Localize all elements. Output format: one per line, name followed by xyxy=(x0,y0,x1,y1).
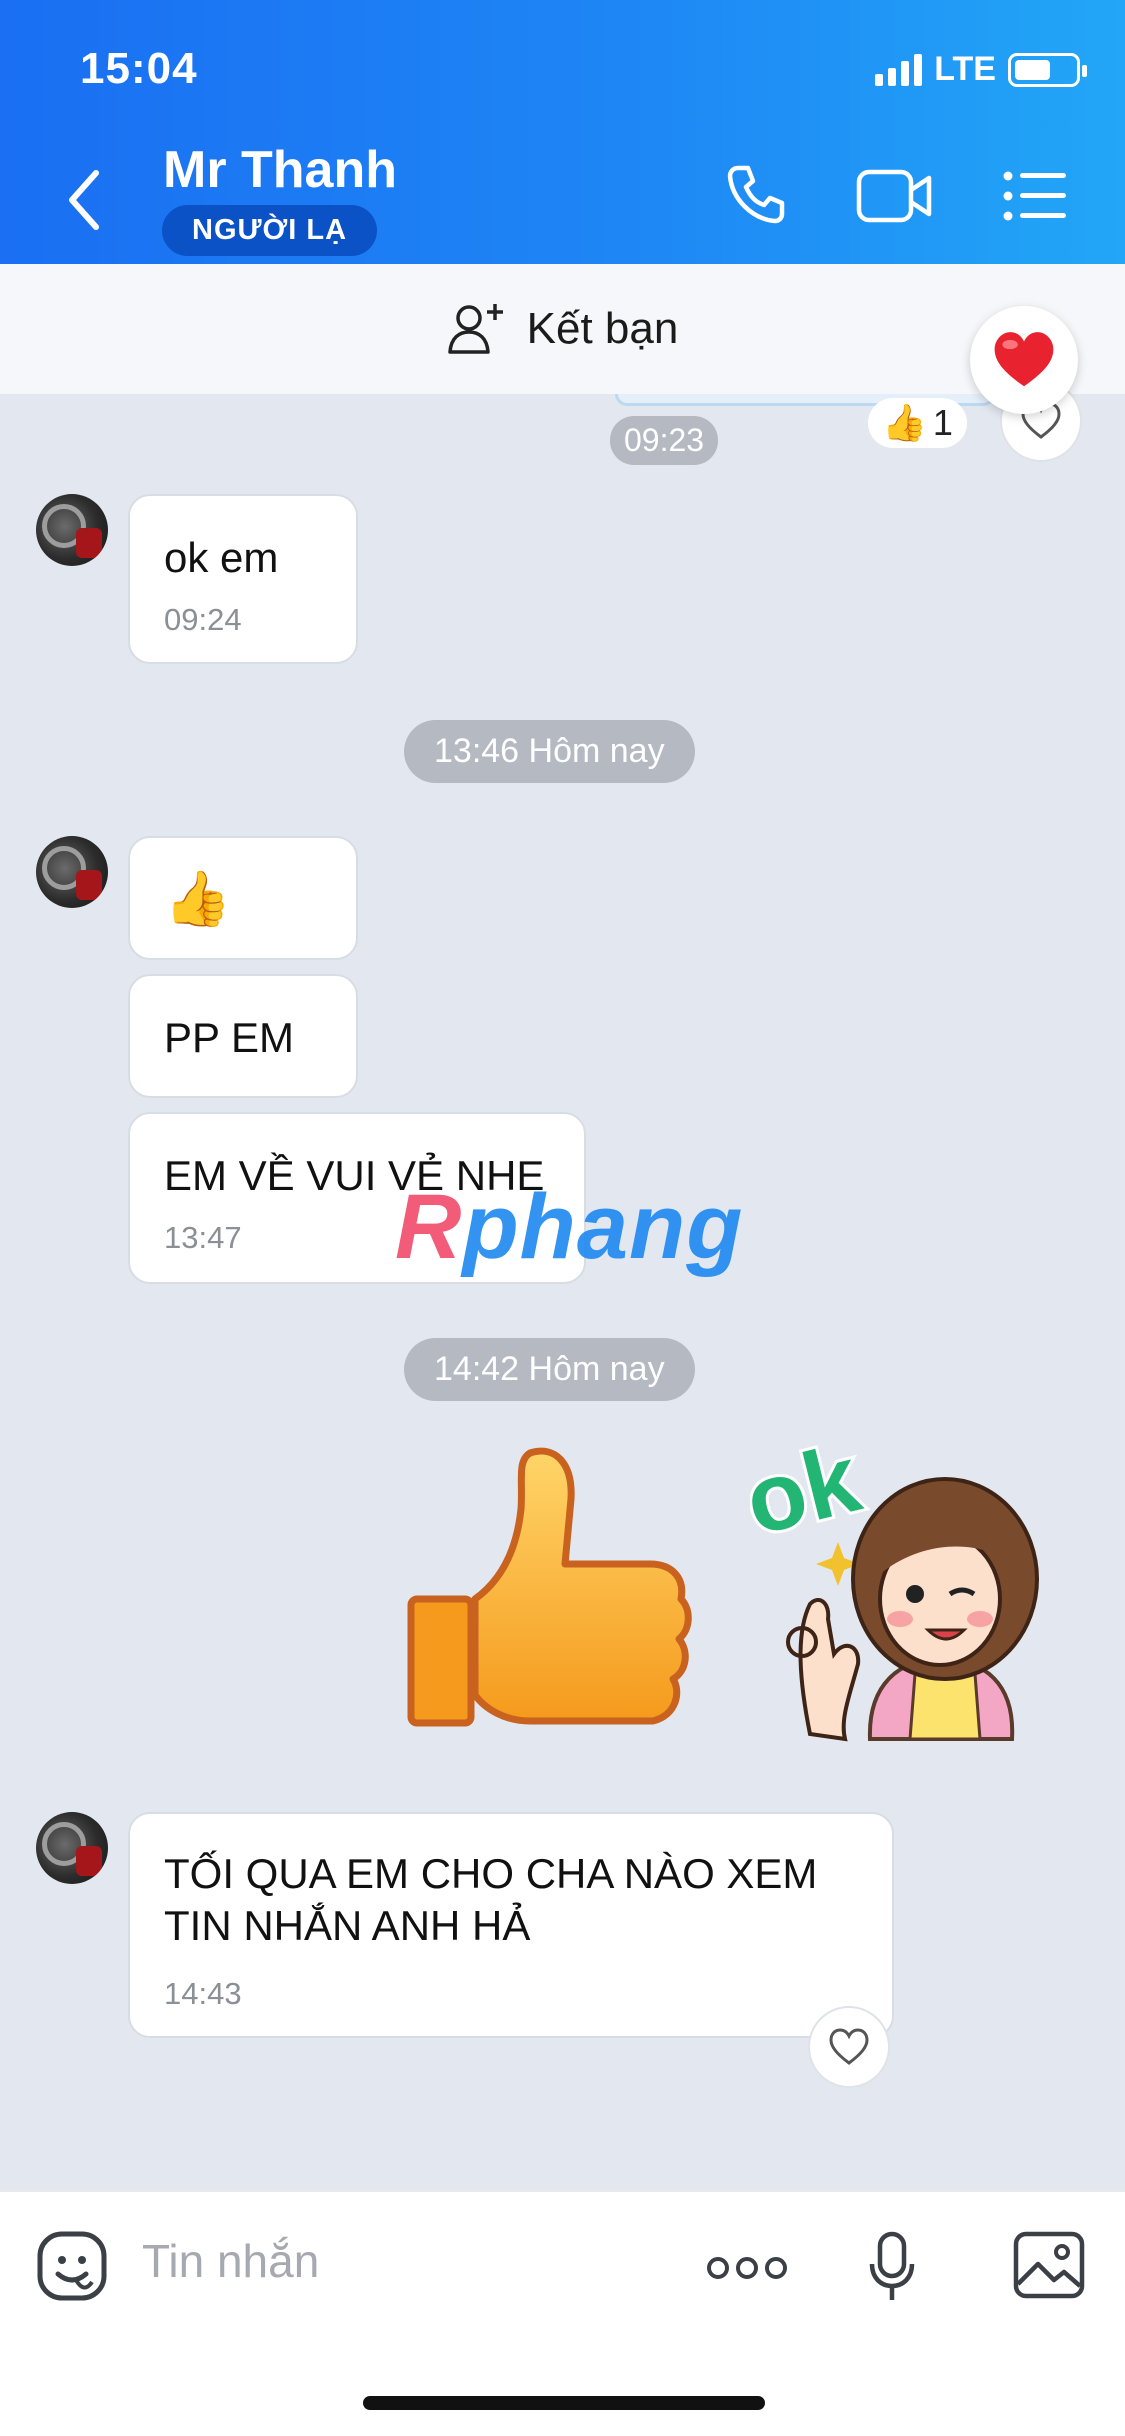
emoji-icon xyxy=(37,2231,107,2301)
list-menu-icon xyxy=(1003,171,1066,221)
battery-icon xyxy=(1008,52,1087,87)
emoji-message-bubble[interactable]: 👍 xyxy=(128,836,358,960)
photo-button[interactable] xyxy=(1012,2230,1086,2305)
sticker-ok-text: ok xyxy=(750,1434,870,1556)
video-call-button[interactable] xyxy=(855,166,935,231)
date-separator: 14:42 Hôm nay xyxy=(404,1338,695,1401)
thumbs-up-emoji: 👍 xyxy=(164,869,232,929)
thumbs-up-sticker[interactable] xyxy=(405,1439,695,1774)
status-indicators: LTE xyxy=(875,50,1087,89)
avatar[interactable] xyxy=(36,1812,108,1884)
message-time: 14:43 xyxy=(164,1976,242,2011)
more-dots-icon xyxy=(707,2257,787,2279)
sticker-button[interactable] xyxy=(36,2230,108,2307)
back-button[interactable] xyxy=(60,165,110,235)
message-bubble[interactable]: ok em 09:24 xyxy=(128,494,358,664)
message-text-line: TIN NHẮN ANH HẢ xyxy=(164,1902,531,1949)
more-button[interactable] xyxy=(706,2254,788,2287)
video-call-icon xyxy=(856,169,932,223)
menu-button[interactable] xyxy=(1002,170,1068,227)
signal-icon xyxy=(875,53,923,86)
call-button[interactable] xyxy=(724,162,788,231)
ok-girl-sticker[interactable]: ok xyxy=(732,1422,1090,1779)
heart-icon xyxy=(994,332,1054,387)
add-friend-bar[interactable]: Kết bạn xyxy=(0,264,1125,394)
microphone-icon xyxy=(869,2231,915,2300)
avatar[interactable] xyxy=(36,836,108,908)
floating-reaction[interactable] xyxy=(970,306,1078,414)
contact-name[interactable]: Mr Thanh xyxy=(163,140,397,200)
reaction-count-chip[interactable]: 👍 1 xyxy=(868,398,967,448)
phone-icon xyxy=(727,165,785,224)
chat-area[interactable]: 👍 1 09:23 ok em 09:24 13:46 Hôm nay 👍 PP… xyxy=(0,380,1125,2190)
image-icon xyxy=(1013,2231,1085,2299)
message-text: ok em xyxy=(164,534,279,581)
watermark-logo: Rphang xyxy=(395,1176,744,1278)
thumbs-up-icon: 👍 xyxy=(882,402,927,443)
message-bubble[interactable]: TỐI QUA EM CHO CHA NÀO XEM TIN NHẮN ANH … xyxy=(128,1812,894,2038)
message-time: 13:47 xyxy=(164,1220,242,1255)
avatar[interactable] xyxy=(36,494,108,566)
add-friend-label: Kết bạn xyxy=(526,304,679,353)
stranger-badge: NGƯỜI LẠ xyxy=(162,205,378,256)
message-bubble[interactable]: PP EM xyxy=(128,974,358,1098)
status-time: 15:04 xyxy=(80,44,198,93)
heart-outline-icon xyxy=(829,2028,869,2065)
add-user-icon xyxy=(447,304,503,354)
message-input[interactable]: Tin nhắn xyxy=(142,2234,319,2288)
reaction-count: 1 xyxy=(932,402,953,443)
back-icon xyxy=(69,170,99,230)
message-text-line: TỐI QUA EM CHO CHA NÀO XEM xyxy=(164,1850,818,1897)
message-time: 09:24 xyxy=(164,602,242,637)
ok-girl-sticker-icon: ok xyxy=(732,1422,1039,1742)
voice-button[interactable] xyxy=(866,2230,918,2309)
chat-header: 15:04 LTE Mr Thanh NGƯỜI LẠ xyxy=(0,0,1125,264)
home-indicator[interactable] xyxy=(363,2396,765,2410)
like-button[interactable] xyxy=(808,2006,890,2088)
network-type: LTE xyxy=(934,50,996,88)
time-label: 09:23 xyxy=(610,416,719,465)
thumbs-up-sticker-icon xyxy=(407,1447,692,1727)
message-text: PP EM xyxy=(164,1014,294,1061)
date-separator: 13:46 Hôm nay xyxy=(404,720,695,783)
